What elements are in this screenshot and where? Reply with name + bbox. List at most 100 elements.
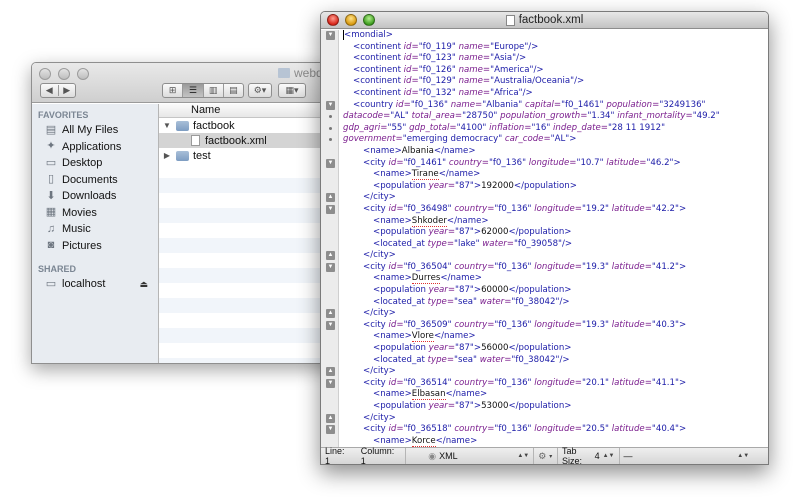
gear-menu[interactable]: ⚙ ▾: [534, 448, 559, 464]
code-token-tag: </name>: [440, 273, 483, 284]
code-line[interactable]: <city id="f0_36514" country="f0_136" lon…: [343, 378, 768, 390]
eject-icon[interactable]: ⏏: [139, 279, 148, 290]
language-selector[interactable]: ◉ XML ▲▼: [424, 448, 535, 464]
code-line[interactable]: <continent id="f0_119" name="Europe"/>: [343, 42, 768, 54]
code-line[interactable]: </city>: [343, 250, 768, 262]
code-line[interactable]: <continent id="f0_129" name="Australia/O…: [343, 76, 768, 88]
code-line[interactable]: <name>Albania</name>: [343, 146, 768, 158]
updown-icon: ▾: [549, 453, 553, 460]
editor-titlebar[interactable]: factbook.xml: [321, 12, 768, 29]
list-item-test-folder[interactable]: ▶ test: [159, 148, 342, 163]
column-view-button[interactable]: ▥: [202, 84, 223, 97]
downloads-icon: ⬇: [46, 189, 56, 202]
code-line[interactable]: <located_at type="sea" water="f0_38042"/…: [343, 297, 768, 309]
fold-close-icon[interactable]: ▲: [326, 413, 335, 423]
icon-view-button[interactable]: ⊞: [163, 84, 182, 97]
fold-open-icon[interactable]: ▼: [326, 263, 335, 272]
code-token-attr: year=: [428, 227, 456, 238]
code-token-attr: inflation=: [489, 122, 532, 133]
sidebar-item-documents[interactable]: ▯ Documents: [32, 172, 158, 189]
code-token-spell: Vlore: [411, 331, 434, 343]
code-line[interactable]: </city>: [343, 413, 768, 425]
code-line[interactable]: <city id="f0_36518" country="f0_136" lon…: [343, 424, 768, 436]
code-line[interactable]: datacode="AL" total_area="28750" populat…: [343, 111, 768, 123]
code-line[interactable]: <population year="87">62000</population>: [343, 227, 768, 239]
sidebar-item-pictures[interactable]: ◙ Pictures: [32, 238, 158, 255]
code-line[interactable]: <city id="f0_36504" country="f0_136" lon…: [343, 262, 768, 274]
code-line[interactable]: <located_at type="sea" water="f0_38042"/…: [343, 355, 768, 367]
fold-close-icon[interactable]: ▲: [326, 251, 335, 261]
fold-open-icon[interactable]: ▼: [326, 425, 335, 435]
code-line[interactable]: </city>: [343, 192, 768, 204]
code-line[interactable]: government="emerging democracy" car_code…: [343, 134, 768, 146]
resize-corner[interactable]: [753, 448, 768, 464]
sidebar-item-applications[interactable]: ✦ Applications: [32, 139, 158, 156]
sidebar-item-label: Downloads: [62, 190, 117, 203]
sidebar-item-music[interactable]: ♫ Music: [32, 221, 158, 238]
code-line[interactable]: <population year="87">53000</population>: [343, 401, 768, 413]
code-editor[interactable]: ▼ ▼ ▼ ▲ ▼ ▲ ▼ ▲ ▼ ▲ ▼ ▲ ▼ <mondial> <continent id="f0…: [321, 30, 768, 447]
code-line[interactable]: <city id="f0_1461" country="f0_136" long…: [343, 158, 768, 170]
tab-size-selector[interactable]: Tab Size: 4 ▲▼: [558, 446, 620, 464]
code-line[interactable]: <city id="f0_36509" country="f0_136" lon…: [343, 320, 768, 332]
code-line[interactable]: <continent id="f0_123" name="Asia"/>: [343, 53, 768, 65]
code-line[interactable]: <name>Elbasan</name>: [343, 389, 768, 401]
arrange-menu-button[interactable]: ▦▾: [278, 83, 306, 98]
code-line[interactable]: <population year="87">56000</population>: [343, 343, 768, 355]
code-lines[interactable]: <mondial> <continent id="f0_119" name="Eu…: [339, 30, 768, 447]
fold-open-icon[interactable]: ▼: [326, 100, 335, 110]
fold-open-icon[interactable]: ▼: [326, 31, 335, 40]
code-token-val: "f0_123": [418, 53, 459, 64]
sidebar-item-downloads[interactable]: ⬇ Downloads: [32, 188, 158, 205]
sidebar-item-label: Pictures: [62, 239, 102, 252]
code-line[interactable]: <name>Durres</name>: [343, 273, 768, 285]
sidebar-item-localhost[interactable]: ▭ localhost ⏏: [32, 276, 158, 293]
coverflow-view-button[interactable]: ▤: [222, 84, 243, 97]
finder-minimize-button[interactable]: [58, 68, 70, 80]
fold-open-icon[interactable]: ▼: [326, 158, 335, 168]
symbol-selector[interactable]: — ▲▼: [620, 448, 754, 464]
finder-close-button[interactable]: [39, 68, 51, 80]
code-token-tag: <continent: [353, 76, 404, 87]
list-item-factbook-xml[interactable]: factbook.xml: [159, 133, 342, 148]
code-line[interactable]: <population year="87">192000</population…: [343, 181, 768, 193]
fold-close-icon[interactable]: ▲: [326, 367, 335, 377]
fold-close-icon[interactable]: ▲: [326, 309, 335, 319]
fold-open-icon[interactable]: ▼: [326, 321, 335, 330]
disclosure-closed-icon[interactable]: ▶: [162, 151, 172, 160]
code-token-tag: <name>: [363, 145, 402, 156]
code-line[interactable]: <name>Korce</name>: [343, 435, 768, 447]
sidebar-item-all-my-files[interactable]: ▤ All My Files: [32, 122, 158, 139]
code-line[interactable]: <continent id="f0_126" name="America"/>: [343, 65, 768, 77]
code-line[interactable]: </city>: [343, 308, 768, 320]
list-view-button[interactable]: ☰: [182, 84, 203, 97]
code-line[interactable]: <continent id="f0_132" name="Africa"/>: [343, 88, 768, 100]
column-header-name[interactable]: Name: [159, 104, 342, 118]
disclosure-open-icon[interactable]: ▼: [162, 121, 172, 130]
fold-open-icon[interactable]: ▼: [326, 379, 335, 388]
code-line[interactable]: <located_at type="lake" water="f0_39058"…: [343, 239, 768, 251]
action-menu-button[interactable]: ⚙▾: [248, 83, 272, 98]
code-token-val: "87": [455, 227, 474, 238]
forward-button[interactable]: ▶: [57, 85, 76, 96]
code-line[interactable]: <country id="f0_136" name="Albania" capi…: [343, 100, 768, 112]
code-line[interactable]: <name>Shkoder</name>: [343, 215, 768, 228]
code-line[interactable]: <population year="87">60000</population>: [343, 285, 768, 297]
fold-open-icon[interactable]: ▼: [326, 205, 335, 214]
code-line[interactable]: </city>: [343, 366, 768, 378]
back-button[interactable]: ◀: [41, 85, 58, 96]
fold-close-icon[interactable]: ▲: [326, 193, 335, 203]
code-line[interactable]: gdp_agri="55" gdp_total="4100" inflation…: [343, 123, 768, 135]
code-line[interactable]: <city id="f0_36498" country="f0_136" lon…: [343, 204, 768, 216]
code-token-val: "20.1": [581, 377, 612, 388]
list-item-factbook-folder[interactable]: ▼ factbook: [159, 118, 342, 133]
code-line[interactable]: <mondial>: [343, 30, 768, 42]
code-token-tag: <located_at: [373, 296, 428, 307]
finder-titlebar[interactable]: webdav ◀ ▶ ⊞ ☰ ▥ ▤ ⚙▾ ▦▾: [32, 63, 342, 103]
sidebar-item-movies[interactable]: ▦ Movies: [32, 205, 158, 222]
code-line[interactable]: <name>Vlore</name>: [343, 331, 768, 343]
sidebar-item-desktop[interactable]: ▭ Desktop: [32, 155, 158, 172]
code-line[interactable]: <name>Tirane</name>: [343, 169, 768, 181]
favorites-header: FAVORITES: [38, 110, 89, 120]
finder-zoom-button[interactable]: [77, 68, 89, 80]
